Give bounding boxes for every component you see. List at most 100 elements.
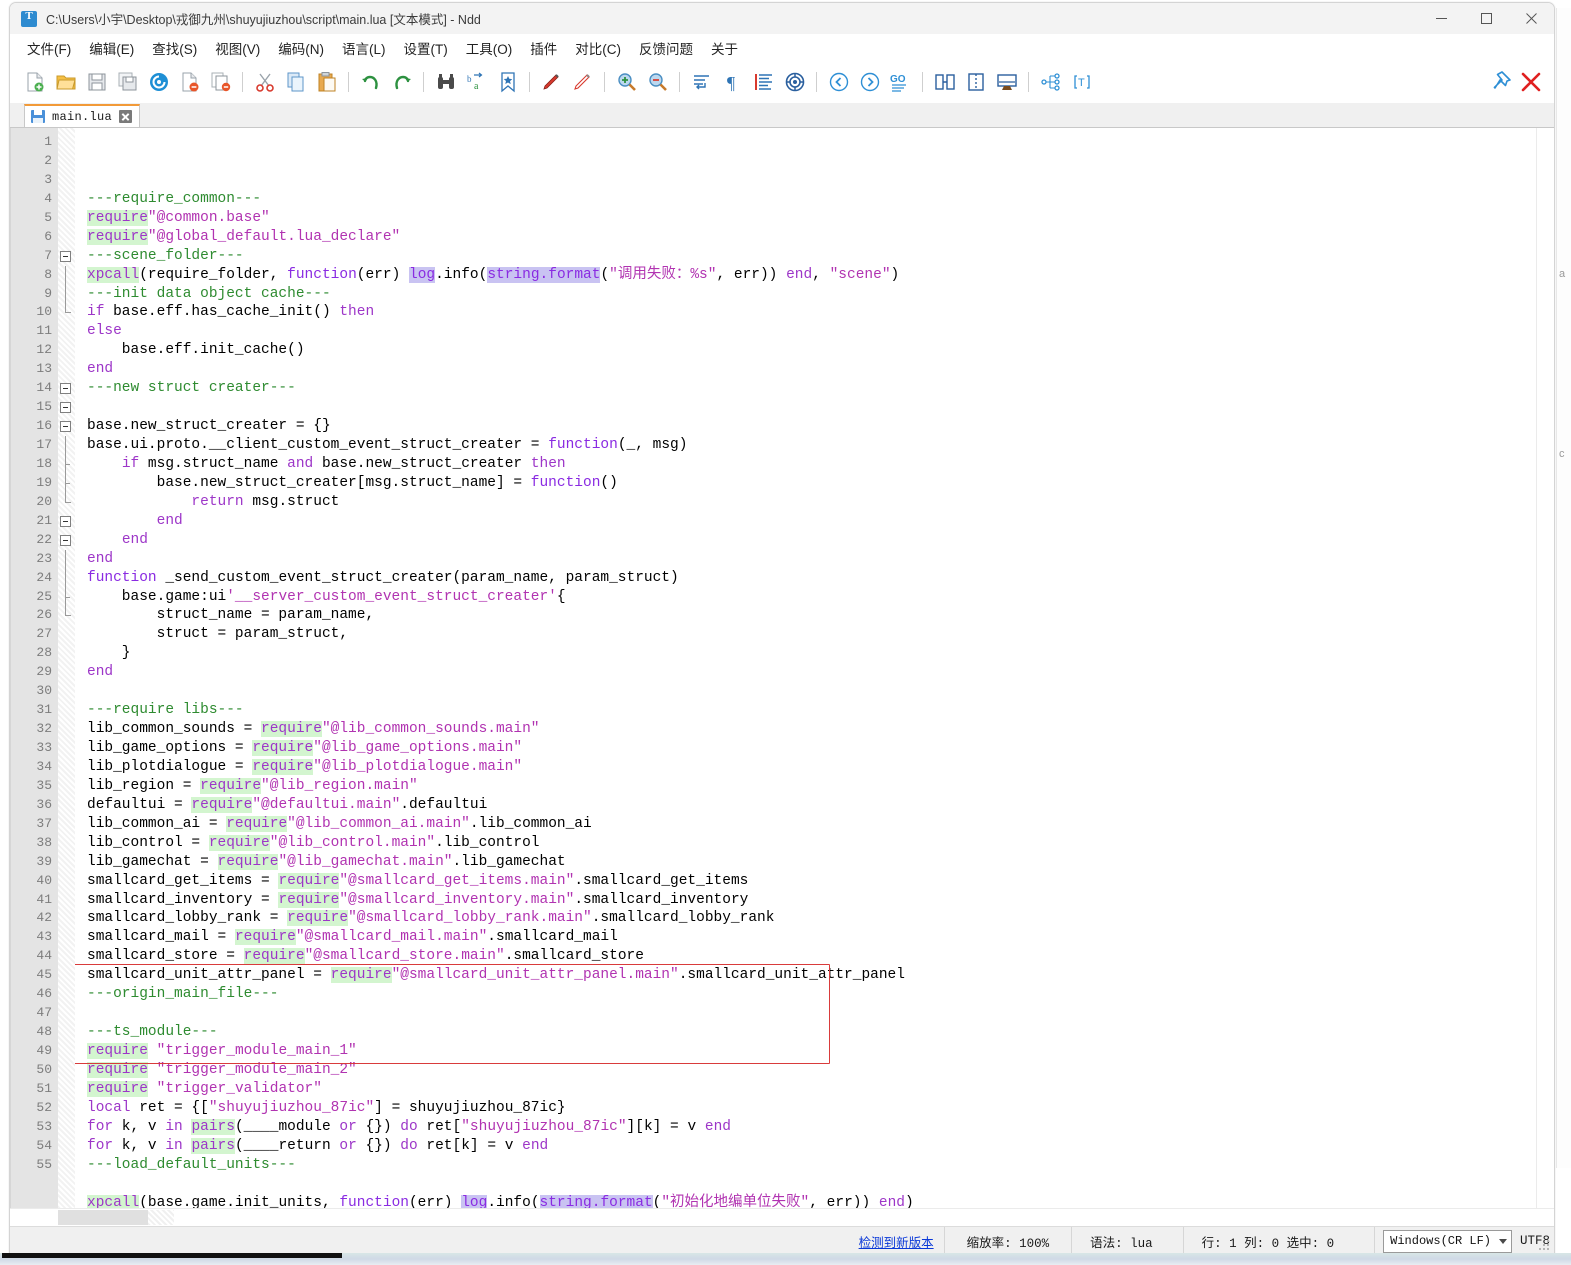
fold-marker[interactable] bbox=[58, 682, 75, 701]
close-all-files-icon[interactable] bbox=[205, 67, 236, 97]
pin-icon[interactable] bbox=[1484, 67, 1515, 97]
menu-compare[interactable]: 对比(C) bbox=[566, 35, 630, 61]
fold-marker[interactable] bbox=[58, 493, 75, 512]
hscroll-thumb[interactable] bbox=[58, 1210, 148, 1225]
fold-marker[interactable] bbox=[58, 1004, 75, 1023]
fold-marker[interactable] bbox=[58, 247, 75, 266]
menu-language[interactable]: 语言(L) bbox=[333, 35, 395, 61]
fold-marker[interactable] bbox=[58, 644, 75, 663]
cursor-position[interactable]: 行: 1 列: 0 选中: 0 bbox=[1183, 1227, 1375, 1255]
cut-icon[interactable] bbox=[249, 67, 280, 97]
new-file-icon[interactable] bbox=[19, 67, 50, 97]
minimize-button[interactable] bbox=[1419, 3, 1464, 34]
fold-marker[interactable] bbox=[58, 360, 75, 379]
fold-collapse-icon[interactable] bbox=[60, 383, 71, 394]
fold-marker[interactable] bbox=[58, 1042, 75, 1061]
fold-marker[interactable] bbox=[58, 606, 75, 625]
fold-marker[interactable] bbox=[58, 796, 75, 815]
update-available-link[interactable]: 检测到新版本 bbox=[859, 1232, 934, 1251]
fold-marker[interactable] bbox=[58, 1118, 75, 1137]
fold-marker[interactable] bbox=[58, 701, 75, 720]
fold-marker[interactable] bbox=[58, 531, 75, 550]
fold-collapse-icon[interactable] bbox=[60, 402, 71, 413]
menu-file[interactable]: 文件(F) bbox=[18, 35, 80, 61]
horizontal-scrollbar[interactable] bbox=[10, 1208, 1554, 1226]
vertical-scrollbar[interactable] bbox=[1536, 128, 1554, 1208]
fold-marker[interactable] bbox=[58, 947, 75, 966]
fold-marker[interactable] bbox=[58, 303, 75, 322]
find-binoculars-icon[interactable] bbox=[430, 67, 461, 97]
fold-marker[interactable] bbox=[58, 550, 75, 569]
fold-marker[interactable] bbox=[58, 133, 75, 152]
fold-marker[interactable] bbox=[58, 853, 75, 872]
menu-edit[interactable]: 编辑(E) bbox=[80, 35, 143, 61]
monitor-icon[interactable] bbox=[991, 67, 1022, 97]
close-tab-icon[interactable] bbox=[119, 110, 132, 123]
goto-icon[interactable]: GO bbox=[885, 67, 916, 97]
zoom-in-icon[interactable] bbox=[611, 67, 642, 97]
fold-marker[interactable] bbox=[58, 1023, 75, 1042]
paste-icon[interactable] bbox=[311, 67, 342, 97]
code-editor[interactable]: 1234567891011121314151617181920212223242… bbox=[10, 128, 1536, 1208]
fold-marker[interactable] bbox=[58, 834, 75, 853]
fold-marker[interactable] bbox=[58, 512, 75, 531]
indent-guide-icon[interactable] bbox=[779, 67, 810, 97]
clear-marker-icon[interactable] bbox=[567, 67, 598, 97]
fold-marker[interactable] bbox=[58, 1061, 75, 1080]
hscroll-track[interactable] bbox=[148, 1210, 174, 1225]
tab-main-lua[interactable]: main.lua bbox=[24, 104, 140, 127]
fold-marker[interactable] bbox=[58, 569, 75, 588]
menu-tools[interactable]: 工具(O) bbox=[457, 35, 522, 61]
fold-marker[interactable] bbox=[58, 1080, 75, 1099]
redo-icon[interactable] bbox=[386, 67, 417, 97]
fold-marker[interactable] bbox=[58, 1137, 75, 1156]
update-available-link-cell[interactable]: 检测到新版本 bbox=[849, 1227, 944, 1255]
fold-marker[interactable] bbox=[58, 891, 75, 910]
close-button[interactable] bbox=[1509, 3, 1554, 34]
menu-settings[interactable]: 设置(T) bbox=[395, 35, 457, 61]
show-whitespace-icon[interactable] bbox=[686, 67, 717, 97]
marker-pen-icon[interactable] bbox=[536, 67, 567, 97]
fold-marker[interactable] bbox=[58, 228, 75, 247]
close-red-icon[interactable] bbox=[1515, 67, 1546, 97]
save-icon[interactable] bbox=[81, 67, 112, 97]
fold-marker[interactable] bbox=[58, 928, 75, 947]
fold-marker[interactable] bbox=[58, 1099, 75, 1118]
fold-marker[interactable] bbox=[58, 322, 75, 341]
zoom-out-icon[interactable] bbox=[642, 67, 673, 97]
text-mode-icon[interactable]: T bbox=[1066, 67, 1097, 97]
fold-marker[interactable] bbox=[58, 285, 75, 304]
fold-marker[interactable] bbox=[58, 588, 75, 607]
eol-select[interactable]: Windows(CR LF) bbox=[1383, 1230, 1512, 1253]
menu-plugins[interactable]: 插件 bbox=[521, 35, 566, 61]
menu-about[interactable]: 关于 bbox=[702, 35, 747, 61]
fold-marker[interactable] bbox=[58, 777, 75, 796]
fold-marker[interactable] bbox=[58, 455, 75, 474]
fold-marker[interactable] bbox=[58, 720, 75, 739]
fold-marker[interactable] bbox=[58, 171, 75, 190]
menu-search[interactable]: 查找(S) bbox=[143, 35, 206, 61]
undo-icon[interactable] bbox=[355, 67, 386, 97]
fold-collapse-icon[interactable] bbox=[60, 421, 71, 432]
fold-marker[interactable] bbox=[58, 474, 75, 493]
fold-collapse-icon[interactable] bbox=[60, 535, 71, 546]
copy-icon[interactable] bbox=[280, 67, 311, 97]
fold-marker[interactable] bbox=[58, 966, 75, 985]
menu-feedback[interactable]: 反馈问题 bbox=[630, 35, 702, 61]
fold-marker[interactable] bbox=[58, 341, 75, 360]
fold-marker[interactable] bbox=[58, 1156, 75, 1175]
fold-collapse-icon[interactable] bbox=[60, 516, 71, 527]
fold-margin[interactable] bbox=[58, 128, 75, 1208]
fold-marker[interactable] bbox=[58, 815, 75, 834]
resize-grip[interactable] bbox=[1539, 1240, 1551, 1252]
menu-view[interactable]: 视图(V) bbox=[206, 35, 269, 61]
print-icon[interactable] bbox=[143, 67, 174, 97]
split-horizontal-icon[interactable] bbox=[929, 67, 960, 97]
zoom-level[interactable]: 缩放率: 100% bbox=[944, 1227, 1072, 1255]
code-content[interactable]: ---require_common---require"@common.base… bbox=[75, 128, 1536, 1208]
replace-icon[interactable]: ba bbox=[461, 67, 492, 97]
fold-marker[interactable] bbox=[58, 739, 75, 758]
fold-marker[interactable] bbox=[58, 758, 75, 777]
fold-marker[interactable] bbox=[58, 209, 75, 228]
open-folder-icon[interactable] bbox=[50, 67, 81, 97]
